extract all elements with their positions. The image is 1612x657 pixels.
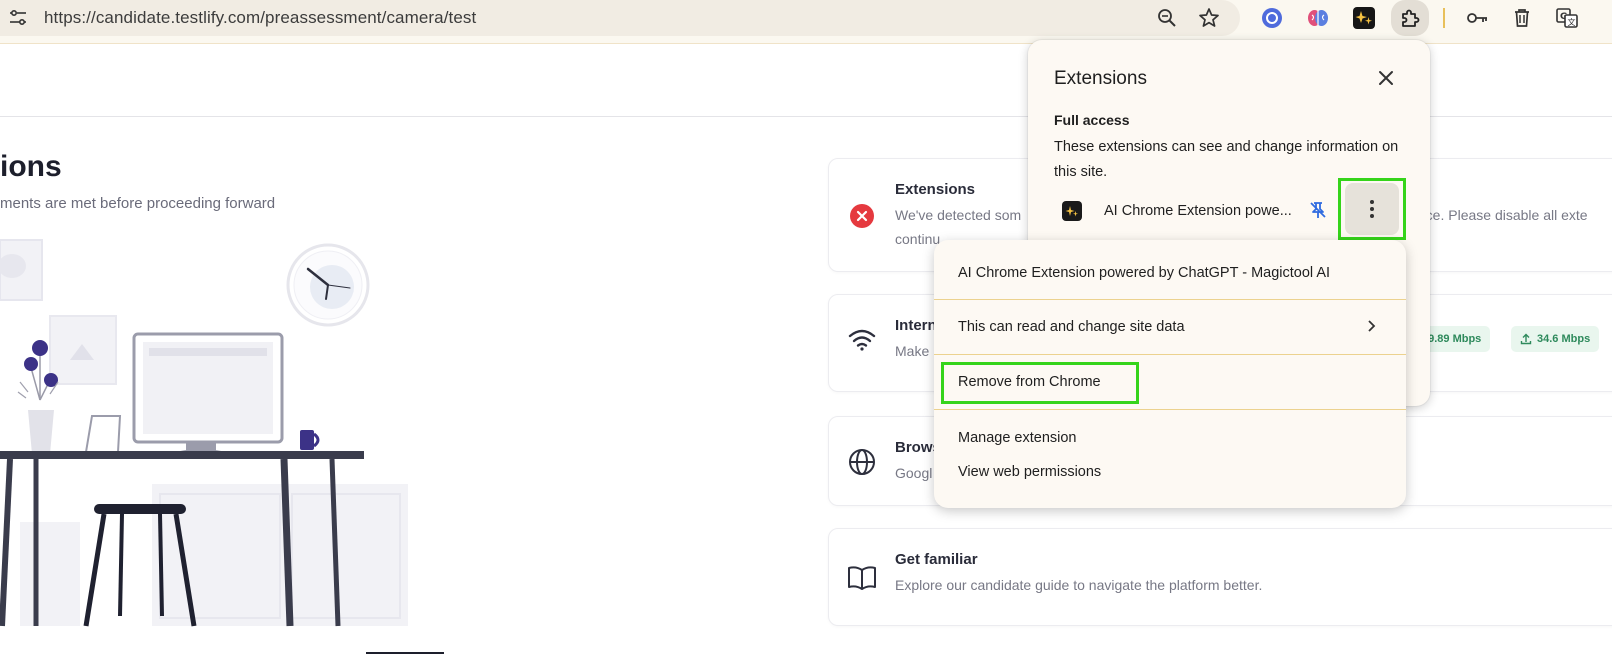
card-text: Make (895, 343, 930, 359)
card-text-line2: continu (895, 231, 941, 247)
magictool-extension-icon (1062, 201, 1082, 221)
globe-icon (847, 447, 877, 477)
download-speed-text: 39.89 Mbps (1422, 333, 1482, 345)
card-text: Explore our candidate guide to navigate … (895, 577, 1263, 593)
more-actions-button[interactable] (1338, 178, 1406, 240)
menu-item-manage-extension[interactable]: Manage extension (958, 430, 1077, 446)
get-familiar-card[interactable]: Get familiar Explore our candidate guide… (828, 528, 1612, 626)
extensions-puzzle-button[interactable] (1391, 0, 1429, 36)
toolbar-divider (1443, 8, 1445, 28)
zoom-icon[interactable] (1155, 6, 1179, 30)
puzzle-icon (1402, 9, 1420, 27)
scroll-indicator (366, 652, 444, 654)
card-title: Intern (895, 317, 937, 334)
chevron-right-icon (1368, 320, 1376, 332)
card-text: Googl (895, 465, 933, 481)
menu-item-view-web-permissions[interactable]: View web permissions (958, 464, 1101, 480)
svg-text:文: 文 (1568, 17, 1576, 27)
full-access-heading: Full access (1054, 112, 1130, 128)
extension-context-menu: AI Chrome Extension powered by ChatGPT -… (934, 240, 1406, 508)
more-vert-icon (1370, 200, 1374, 218)
menu-separator (934, 299, 1406, 300)
error-status-icon (847, 201, 877, 231)
url-text[interactable]: https://candidate.testlify.com/preassess… (44, 8, 476, 28)
close-icon[interactable] (1372, 64, 1400, 92)
menu-extension-title[interactable]: AI Chrome Extension powered by ChatGPT -… (958, 265, 1330, 281)
site-settings-icon[interactable] (8, 8, 28, 28)
extension-name[interactable]: AI Chrome Extension powe... (1104, 203, 1292, 219)
password-key-icon[interactable] (1463, 4, 1491, 32)
address-bar[interactable]: https://candidate.testlify.com/preassess… (0, 0, 1240, 36)
trash-icon[interactable] (1508, 4, 1536, 32)
link-extension-icon[interactable] (1258, 4, 1286, 32)
browser-toolbar: https://candidate.testlify.com/preassess… (0, 0, 1612, 44)
book-icon (847, 563, 877, 593)
page-subtitle: ments are met before proceeding forward (0, 195, 276, 212)
menu-item-remove-from-chrome[interactable]: Remove from Chrome (958, 374, 1101, 390)
card-title: Get familiar (895, 551, 978, 568)
wifi-icon (847, 325, 877, 355)
magictool-extension-icon[interactable] (1350, 4, 1378, 32)
unpin-icon[interactable] (1304, 196, 1332, 224)
desk-illustration (0, 239, 408, 627)
upload-speed-badge: 34.6 Mbps (1511, 326, 1600, 352)
menu-separator (934, 409, 1406, 410)
upload-speed-text: 34.6 Mbps (1537, 333, 1591, 345)
card-text-tail: ience. Please disable all exte (1407, 207, 1588, 223)
card-title: Extensions (895, 181, 976, 198)
panel-title: Extensions (1054, 68, 1147, 89)
page-title: ions (0, 150, 62, 183)
upload-icon (1520, 333, 1532, 345)
translate-icon[interactable]: G文 (1553, 4, 1581, 32)
card-text-line1: We've detected som (895, 207, 1022, 223)
menu-separator (934, 354, 1406, 355)
brain-extension-icon[interactable] (1304, 4, 1332, 32)
menu-item-site-data[interactable]: This can read and change site data (958, 319, 1185, 335)
bookmark-star-icon[interactable] (1197, 6, 1221, 30)
